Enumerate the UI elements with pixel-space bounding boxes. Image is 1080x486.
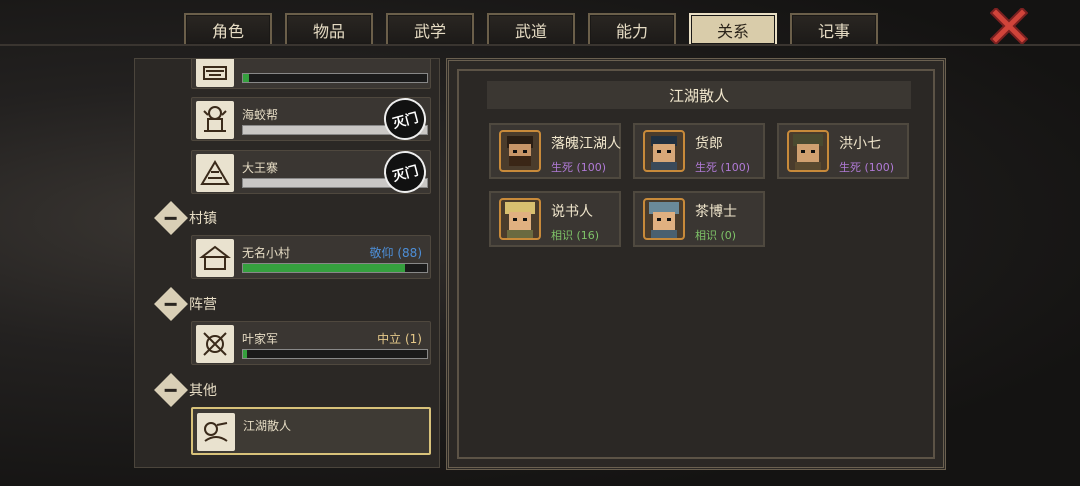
collapse-icon[interactable]	[154, 287, 188, 321]
tab-relations[interactable]: 关系	[689, 13, 777, 44]
npc-relation: 相识 (0)	[695, 229, 737, 242]
group-label: 阵营	[189, 297, 217, 313]
sea-serpent-emblem-icon	[196, 101, 234, 139]
npc-card[interactable]: 说书人 相识 (16)	[489, 191, 621, 247]
npc-portrait	[643, 130, 685, 172]
npc-card[interactable]: 货郎 生死 (100)	[633, 123, 765, 179]
faction-name: 叶家军	[242, 332, 279, 346]
npc-relation: 生死 (100)	[695, 161, 751, 174]
npc-relation: 生死 (100)	[551, 161, 607, 174]
village-emblem-icon	[196, 239, 234, 277]
tab-martial-way[interactable]: 武道	[487, 13, 575, 44]
faction-list-panel[interactable]: 海蛟帮 灭门 大王寨 灭门 村镇 无名小村 敬仰 (88) 阵营 叶家军 中立 …	[134, 58, 440, 468]
tab-journal[interactable]: 记事	[790, 13, 878, 44]
npc-name: 落魄江湖人	[551, 136, 621, 152]
npc-name: 货郎	[695, 136, 723, 152]
faction-item-haijiao[interactable]: 海蛟帮 灭门	[191, 93, 431, 145]
faction-name: 无名小村	[242, 246, 291, 260]
npc-name: 洪小七	[839, 136, 881, 152]
group-header-village[interactable]: 村镇	[154, 201, 217, 235]
army-emblem-icon	[196, 325, 234, 363]
npc-card[interactable]: 落魄江湖人 生死 (100)	[489, 123, 621, 179]
bandit-camp-emblem-icon	[196, 154, 234, 192]
collapse-icon[interactable]	[154, 201, 188, 235]
faction-name: 大王寨	[242, 161, 279, 175]
faction-name: 江湖散人	[243, 419, 292, 433]
faction-item-jianghu-selected[interactable]: 江湖散人	[191, 407, 431, 455]
faction-item-village[interactable]: 无名小村 敬仰 (88)	[191, 235, 431, 279]
npc-portrait	[499, 198, 541, 240]
destroyed-stamp: 灭门	[379, 146, 431, 198]
collapse-icon[interactable]	[154, 373, 188, 407]
npc-relation: 生死 (100)	[839, 161, 895, 174]
faction-item[interactable]	[191, 59, 431, 89]
tab-character[interactable]: 角色	[184, 13, 272, 44]
npc-card[interactable]: 茶博士 相识 (0)	[633, 191, 765, 247]
section-title: 江湖散人	[487, 81, 911, 109]
npc-name: 茶博士	[695, 204, 737, 220]
destroyed-stamp: 灭门	[379, 93, 431, 145]
close-icon[interactable]	[989, 6, 1029, 46]
npc-name: 说书人	[551, 204, 593, 220]
tab-abilities[interactable]: 能力	[588, 13, 676, 44]
faction-item-dawangzhai[interactable]: 大王寨 灭门	[191, 146, 431, 198]
group-label: 村镇	[189, 211, 217, 227]
group-label: 其他	[189, 383, 217, 399]
relation-bar	[242, 263, 428, 273]
npc-panel: 江湖散人 落魄江湖人 生死 (100) 货郎 生死 (100) 洪小七 生死 (…	[446, 58, 946, 470]
tab-martial-arts[interactable]: 武学	[386, 13, 474, 44]
faction-item-yejiajun[interactable]: 叶家军 中立 (1)	[191, 321, 431, 365]
relation-status: 敬仰 (88)	[369, 246, 422, 260]
relation-bar	[242, 349, 428, 359]
faction-emblem-icon	[196, 59, 234, 87]
npc-card[interactable]: 洪小七 生死 (100)	[777, 123, 909, 179]
wanderer-emblem-icon	[197, 413, 235, 451]
faction-name: 海蛟帮	[242, 108, 279, 122]
npc-portrait	[643, 198, 685, 240]
npc-portrait	[787, 130, 829, 172]
npc-relation: 相识 (16)	[551, 229, 600, 242]
npc-portrait	[499, 130, 541, 172]
tab-items[interactable]: 物品	[285, 13, 373, 44]
tab-bar: 角色 物品 武学 武道 能力 关系 记事	[184, 13, 878, 45]
group-header-other[interactable]: 其他	[154, 373, 217, 407]
group-header-camp[interactable]: 阵营	[154, 287, 217, 321]
relation-status: 中立 (1)	[377, 332, 422, 346]
relation-bar	[242, 73, 428, 83]
